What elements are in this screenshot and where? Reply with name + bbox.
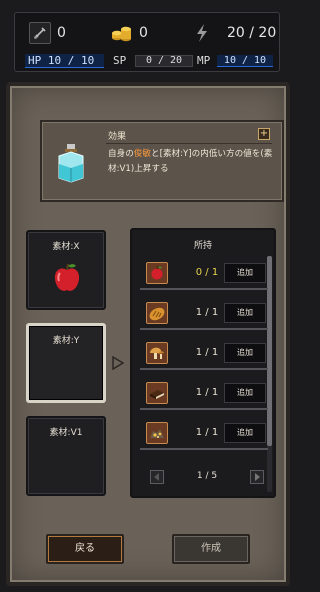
material-slot-y[interactable]: 素材:Y bbox=[26, 323, 106, 403]
desc-highlight: 俊敏 bbox=[133, 149, 151, 159]
bread-icon bbox=[146, 302, 168, 324]
owned-header: 所持 bbox=[193, 241, 212, 251]
sword-icon bbox=[29, 22, 51, 44]
energy-stat: 20 / 20 bbox=[191, 22, 276, 44]
potion-icon bbox=[58, 144, 84, 183]
owned-row: 0 / 1 追加 bbox=[140, 258, 268, 290]
add-button[interactable]: 追加 bbox=[224, 263, 266, 283]
owned-row: 1 / 1 追加 bbox=[140, 298, 268, 330]
row-divider bbox=[140, 288, 268, 290]
owned-row: 1 / 1 追加 bbox=[140, 338, 268, 370]
sp-meter: 0 / 20 bbox=[135, 55, 193, 67]
mp-meter: 10 / 10 bbox=[217, 55, 273, 67]
sp-label: SP bbox=[113, 54, 127, 67]
chevron-right-icon bbox=[255, 473, 260, 481]
add-button[interactable]: 追加 bbox=[224, 303, 266, 323]
row-divider bbox=[140, 408, 268, 410]
material-slot-x[interactable]: 素材:X bbox=[26, 230, 106, 310]
add-button[interactable]: 追加 bbox=[224, 383, 266, 403]
row-divider bbox=[140, 448, 268, 450]
slot-label: 素材:Y bbox=[52, 336, 80, 346]
effect-title: 効果 bbox=[108, 132, 127, 142]
meters: HP 10 / 10 SP 0 / 20 MP 10 / 10 bbox=[21, 54, 275, 68]
owned-items-panel: 所持 0 / 1 追加 1 / 1 追加 1 / 1 追加 1 / 1 追加 1… bbox=[130, 228, 276, 498]
effect-description: 自身の俊敏と[素材:Y]の内低い方の値を(素材:V1)上昇する bbox=[108, 147, 276, 177]
selection-arrow-icon bbox=[112, 356, 124, 370]
row-divider bbox=[140, 328, 268, 330]
mushroom-icon bbox=[146, 342, 168, 364]
slot-label: 素材:V1 bbox=[49, 428, 83, 438]
energy-value: 20 / 20 bbox=[227, 25, 277, 41]
status-bar: 0 0 20 / 20 HP 10 / 10 SP 0 / 20 MP 10 /… bbox=[14, 12, 280, 72]
add-button[interactable]: 追加 bbox=[224, 343, 266, 363]
material-slot-v1[interactable]: 素材:V1 bbox=[26, 416, 106, 496]
ore-icon bbox=[146, 422, 168, 444]
apple-icon bbox=[54, 263, 80, 291]
coins-icon bbox=[111, 22, 133, 44]
lightning-icon bbox=[191, 22, 213, 44]
effect-card: 効果 + 自身の俊敏と[素材:Y]の内低い方の値を(素材:V1)上昇する bbox=[40, 120, 284, 202]
weapon-count: 0 bbox=[57, 25, 66, 41]
expand-plus-button[interactable]: + bbox=[258, 128, 270, 140]
owned-row: 1 / 1 追加 bbox=[140, 418, 268, 450]
weapon-stat: 0 bbox=[29, 22, 66, 44]
add-button[interactable]: 追加 bbox=[224, 423, 266, 443]
row-divider bbox=[140, 368, 268, 370]
coin-count: 0 bbox=[139, 25, 148, 41]
next-page-button[interactable] bbox=[250, 470, 264, 484]
desc-text-1: 自身の bbox=[108, 149, 134, 159]
effect-divider bbox=[106, 143, 272, 144]
mp-label: MP bbox=[197, 54, 211, 67]
owned-row: 1 / 1 追加 bbox=[140, 378, 268, 410]
coin-stat: 0 bbox=[111, 22, 148, 44]
book-icon bbox=[146, 382, 168, 404]
apple-icon bbox=[146, 262, 168, 284]
hp-meter: HP 10 / 10 bbox=[25, 54, 105, 68]
create-button[interactable]: 作成 bbox=[172, 534, 250, 564]
slot-label: 素材:X bbox=[52, 242, 80, 252]
back-button[interactable]: 戻る bbox=[46, 534, 124, 564]
owned-scrollbar[interactable] bbox=[267, 256, 272, 492]
pagination: 1 / 5 bbox=[146, 470, 268, 486]
